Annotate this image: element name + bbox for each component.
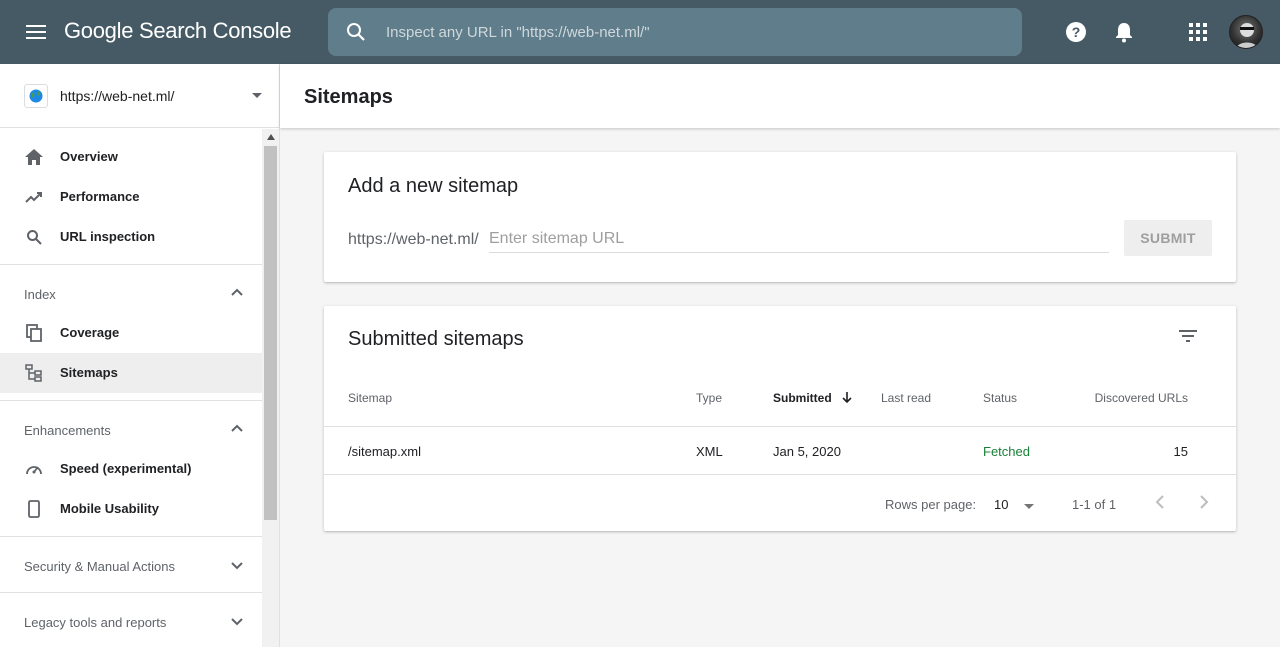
rows-per-page-value: 10 (994, 497, 1009, 512)
rows-per-page-label: Rows per page: (885, 497, 977, 512)
notifications-icon[interactable] (1108, 16, 1140, 48)
pagination-range: 1-1 of 1 (1072, 497, 1117, 512)
arrow-down-icon (842, 392, 852, 404)
next-page-button[interactable] (1192, 490, 1216, 514)
speedometer-icon (24, 459, 44, 479)
card-title: Add a new sitemap (348, 175, 519, 197)
account-avatar[interactable] (1229, 15, 1263, 49)
rows-per-page-select[interactable]: 10 (994, 492, 1038, 516)
scroll-thumb[interactable] (264, 146, 277, 520)
sidebar-item-label: Coverage (60, 325, 120, 340)
page-header: Sitemaps (280, 64, 1280, 128)
section-label: Legacy tools and reports (24, 615, 167, 630)
column-header-submitted[interactable]: Submitted (773, 391, 853, 405)
add-sitemap-card: Add a new sitemap https://web-net.ml/ SU… (324, 152, 1236, 282)
sidebar-nav: Overview Performance URL inspection Inde… (0, 129, 262, 647)
sidebar-item-coverage[interactable]: Coverage (0, 313, 262, 353)
chevron-down-icon (231, 618, 243, 626)
page-title: Sitemaps (304, 86, 393, 108)
column-header-last-read[interactable]: Last read (881, 391, 931, 405)
chevron-down-icon (231, 562, 243, 570)
search-icon (347, 23, 365, 41)
sidebar-item-performance[interactable]: Performance (0, 177, 262, 217)
sidebar-item-label: Overview (60, 149, 118, 164)
menu-icon[interactable] (16, 16, 56, 48)
chevron-up-icon (231, 424, 243, 432)
trending-up-icon (24, 187, 44, 207)
sidebar: https://web-net.ml/ Overview Performance… (0, 64, 280, 647)
sitemap-icon (24, 363, 44, 383)
url-inspection-search[interactable] (328, 8, 1022, 56)
cell-type: XML (696, 444, 723, 459)
sidebar-item-speed[interactable]: Speed (experimental) (0, 449, 262, 489)
cell-submitted: Jan 5, 2020 (773, 444, 841, 459)
section-header-security[interactable]: Security & Manual Actions (0, 537, 262, 593)
search-icon (24, 227, 44, 247)
card-title: Submitted sitemaps (348, 328, 524, 350)
column-header-type[interactable]: Type (696, 391, 722, 405)
globe-icon (24, 84, 48, 108)
help-icon[interactable]: ? (1060, 16, 1092, 48)
column-header-discovered-urls[interactable]: Discovered URLs (1088, 391, 1188, 405)
cell-sitemap[interactable]: /sitemap.xml (348, 444, 421, 459)
section-label: Index (24, 287, 56, 302)
chevron-left-icon (1155, 495, 1164, 509)
search-input[interactable] (386, 20, 986, 44)
divider (324, 426, 1236, 427)
submit-button[interactable]: SUBMIT (1124, 220, 1212, 256)
sidebar-item-overview[interactable]: Overview (0, 137, 262, 177)
sidebar-item-label: Speed (experimental) (60, 461, 192, 476)
submitted-sitemaps-card: Submitted sitemaps Sitemap Type Submitte… (324, 306, 1236, 531)
sidebar-item-label: Mobile Usability (60, 501, 159, 516)
property-url: https://web-net.ml/ (60, 88, 175, 104)
sitemap-url-input[interactable] (489, 225, 1109, 253)
copy-icon (24, 323, 44, 343)
chevron-down-icon (252, 93, 262, 98)
sidebar-scrollbar[interactable] (262, 129, 279, 647)
smartphone-icon (24, 499, 44, 519)
sidebar-item-mobile-usability[interactable]: Mobile Usability (0, 489, 262, 529)
section-label: Enhancements (24, 423, 111, 438)
cell-discovered-urls: 15 (1173, 444, 1188, 459)
sidebar-item-label: Performance (60, 189, 140, 204)
previous-page-button[interactable] (1148, 490, 1172, 514)
scroll-up-arrow-icon[interactable] (262, 129, 279, 145)
sidebar-item-label: URL inspection (60, 229, 156, 244)
home-icon (24, 147, 44, 167)
sidebar-item-label: Sitemaps (60, 365, 118, 380)
dropdown-arrow-icon (1024, 504, 1034, 509)
chevron-up-icon (231, 288, 243, 296)
section-label: Security & Manual Actions (24, 559, 176, 574)
chevron-right-icon (1200, 495, 1209, 509)
divider (324, 474, 1236, 475)
sitemap-url-prefix: https://web-net.ml/ (348, 231, 479, 248)
top-app-bar: Google Search Console ? (0, 0, 1280, 64)
apps-grid-icon[interactable] (1182, 16, 1214, 48)
sidebar-item-sitemaps[interactable]: Sitemaps (0, 353, 262, 393)
filter-icon[interactable] (1176, 324, 1200, 348)
section-header-legacy[interactable]: Legacy tools and reports (0, 593, 262, 647)
svg-text:?: ? (1072, 24, 1081, 40)
column-header-label: Submitted (773, 391, 832, 405)
cell-status: Fetched (983, 444, 1030, 459)
property-selector[interactable]: https://web-net.ml/ (0, 64, 279, 128)
column-header-status[interactable]: Status (983, 391, 1017, 405)
app-logo[interactable]: Google Search Console (64, 18, 292, 44)
column-header-sitemap[interactable]: Sitemap (348, 391, 392, 405)
sidebar-item-url-inspection[interactable]: URL inspection (0, 217, 262, 257)
